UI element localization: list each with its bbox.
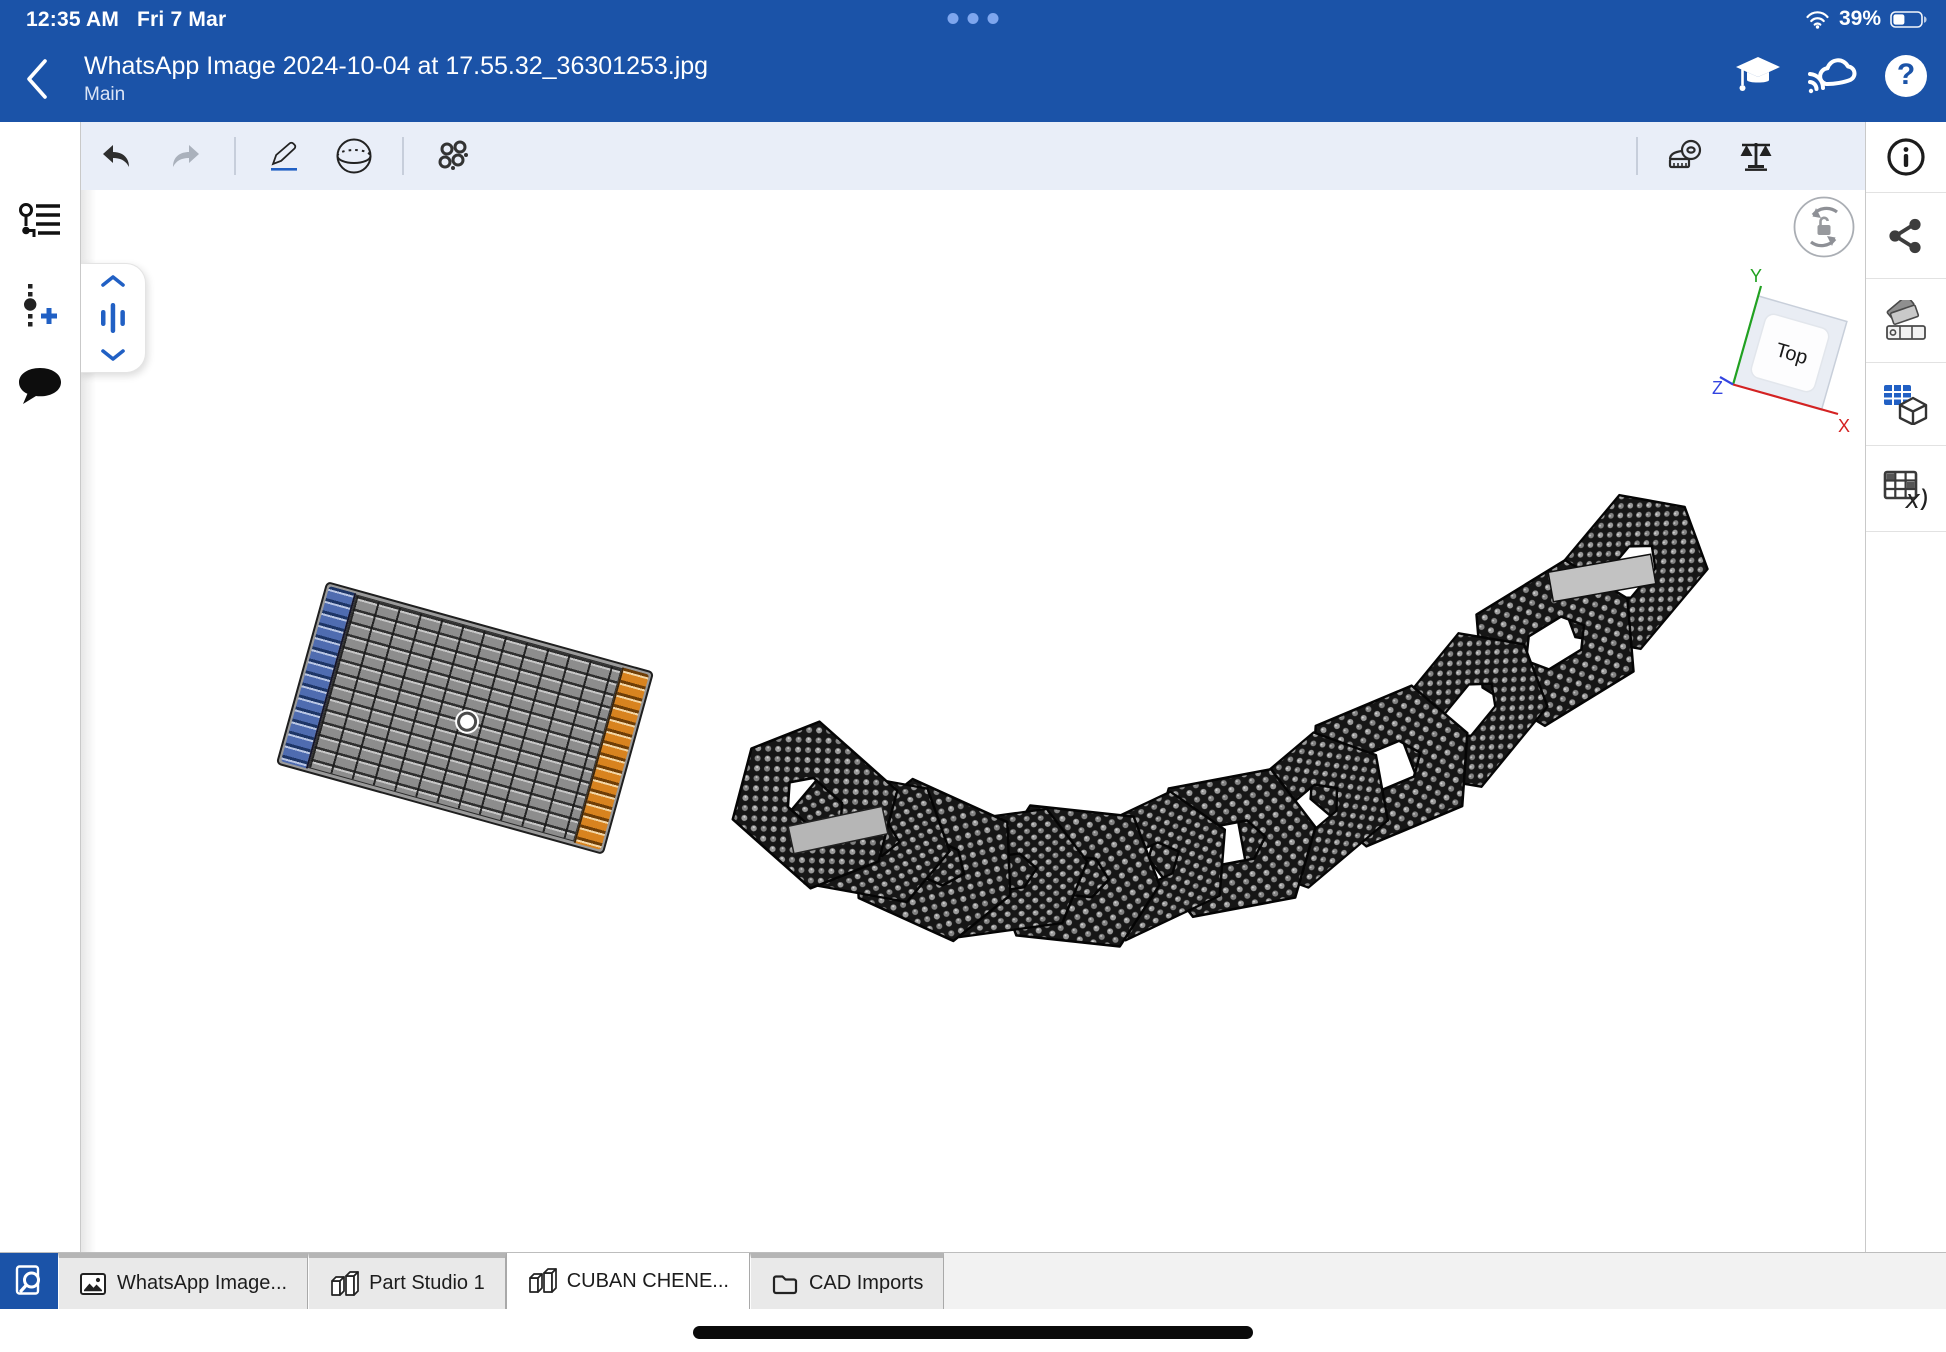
part-studio-icon [329,1270,359,1298]
status-dots [948,13,999,24]
image-icon [79,1272,107,1296]
learning-center-icon[interactable] [1732,50,1784,102]
document-title: WhatsApp Image 2024-10-04 at 17.55.32_36… [84,52,708,81]
wifi-icon [1805,10,1830,29]
feature-list-icon[interactable] [0,190,80,254]
model-toolbar [80,122,1866,190]
axis-x-label: X [1838,416,1850,436]
insert-feature-icon[interactable] [0,274,80,338]
toolbar-divider [234,137,236,175]
appearance-swatches-icon[interactable] [1866,279,1946,363]
tab-cuban-chain[interactable]: CUBAN CHENE... [506,1253,750,1309]
view-cube[interactable]: Top Y Z X [1670,248,1866,468]
left-sidebar [0,122,81,1252]
onshape-app: { "status_bar": { "time": "12:35 AM", "d… [0,0,1946,1352]
axis-y-label: Y [1750,266,1762,286]
tab-label: WhatsApp Image... [117,1272,287,1295]
variables-table-icon[interactable]: x) [1866,446,1946,532]
status-date: Fri 7 Mar [137,8,226,31]
redo-icon[interactable] [164,134,208,178]
tab-whatsapp-image[interactable]: WhatsApp Image... [58,1253,308,1309]
svg-text:x): x) [1904,484,1929,510]
back-button[interactable] [22,56,62,104]
toolbar-divider [402,137,404,175]
graphics-canvas[interactable]: Top Y Z X [80,190,1866,1252]
axis-z-label: Z [1712,378,1723,398]
measure-tape-icon[interactable] [1664,134,1708,178]
mass-properties-scale-icon[interactable] [1734,134,1778,178]
right-sidebar: x) [1865,122,1946,1252]
share-icon[interactable] [1866,193,1946,279]
scrubber-bars-icon[interactable] [99,301,127,335]
undo-icon[interactable] [94,134,138,178]
tab-cad-imports[interactable]: CAD Imports [750,1253,944,1309]
comment-icon[interactable] [0,354,80,418]
battery-icon [1890,11,1928,28]
workspace-name: Main [84,84,125,106]
help-icon[interactable]: ? [1880,50,1932,102]
folder-icon [771,1272,799,1296]
status-time-date: 12:35 AM Fri 7 Mar [26,8,226,32]
info-icon[interactable] [1866,122,1946,193]
tools-cluster-icon[interactable] [430,134,474,178]
battery-percent: 39% [1839,7,1881,31]
chevron-up-icon[interactable] [100,274,126,288]
chevron-down-icon[interactable] [100,348,126,362]
home-area [0,1308,1946,1352]
tab-label: Part Studio 1 [369,1272,485,1295]
feature-scrubber[interactable] [80,263,146,373]
toolbar-divider [1636,137,1638,175]
offline-sync-icon[interactable] [1806,50,1858,102]
status-time: 12:35 AM [26,8,119,31]
sketch-pencil-icon[interactable] [262,134,306,178]
sphere-icon[interactable] [332,134,376,178]
status-bar: 12:35 AM Fri 7 Mar 39% [0,0,1946,38]
tab-part-studio-1[interactable]: Part Studio 1 [308,1253,506,1309]
tab-label: CAD Imports [809,1272,923,1295]
svg-text:?: ? [1897,58,1915,91]
tab-bar: WhatsApp Image... Part Studio 1 CUBAN CH… [0,1252,1946,1309]
top-bar: 12:35 AM Fri 7 Mar 39% [0,0,1946,122]
tab-label: CUBAN CHENE... [567,1270,729,1293]
configurations-icon[interactable] [1866,363,1946,446]
home-indicator[interactable] [693,1326,1253,1339]
document-header: WhatsApp Image 2024-10-04 at 17.55.32_36… [0,38,1946,122]
part-studio-icon [527,1267,557,1295]
tab-manager-button[interactable] [0,1253,58,1309]
status-right: 39% [1805,7,1928,31]
